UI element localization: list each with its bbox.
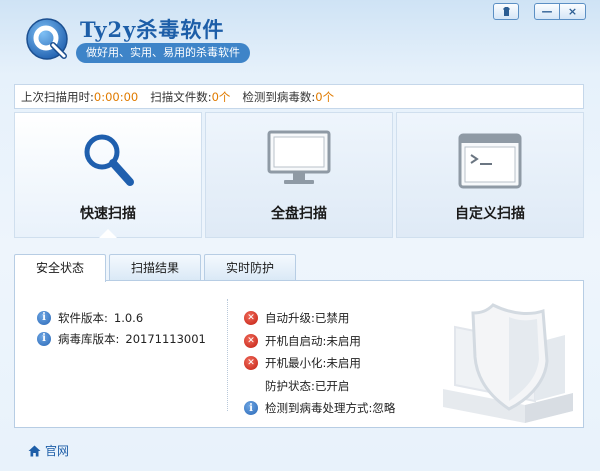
virus-handling-status: i 检测到病毒处理方式:忽略 — [244, 397, 395, 420]
app-logo-icon — [22, 14, 72, 64]
custom-scan-tile[interactable]: 自定义扫描 — [396, 112, 584, 238]
protection-status-text: 防护状态:已开启 — [265, 378, 350, 393]
tab-realtime-protection[interactable]: 实时防护 — [204, 254, 296, 281]
start-minimized-status: ✕ 开机最小化:未启用 — [244, 352, 395, 375]
full-scan-tile[interactable]: 全盘扫描 — [205, 112, 393, 238]
skin-button[interactable] — [493, 3, 519, 20]
error-icon: ✕ — [244, 333, 258, 348]
virus-db-version-value: 20171113001 — [125, 331, 206, 346]
quick-scan-label: 快速扫描 — [80, 206, 136, 222]
info-icon: i — [37, 331, 51, 346]
quick-scan-tile[interactable]: 快速扫描 — [14, 112, 202, 238]
version-info: i 软件版本: 1.0.6 i 病毒库版本: 20171113001 — [37, 307, 206, 349]
terminal-icon — [458, 133, 522, 189]
protection-status: 防护状态:已开启 — [244, 375, 395, 398]
software-version-value: 1.0.6 — [113, 310, 144, 325]
software-version-label: 软件版本: — [58, 310, 108, 325]
autostart-status: ✕ 开机自启动:未启用 — [244, 330, 395, 353]
scanned-files-label: 扫描文件数: — [150, 89, 212, 104]
info-icon: i — [244, 401, 258, 416]
virus-handling-text: 检测到病毒处理方式:忽略 — [265, 401, 396, 416]
viruses-found-value: 0个 — [315, 89, 335, 104]
virus-db-version-row: i 病毒库版本: 20171113001 — [37, 328, 206, 349]
last-scan-time-label: 上次扫描用时: — [21, 89, 94, 104]
monitor-icon — [267, 130, 331, 184]
tab-security-status[interactable]: 安全状态 — [14, 254, 106, 282]
security-status-panel: i 软件版本: 1.0.6 i 病毒库版本: 20171113001 ✕ 自动升… — [14, 280, 584, 428]
auto-update-status: ✕ 自动升级:已禁用 — [244, 307, 395, 330]
official-site-label: 官网 — [45, 444, 70, 458]
security-status-list: ✕ 自动升级:已禁用 ✕ 开机自启动:未启用 ✕ 开机最小化:未启用 防护状态:… — [244, 307, 395, 420]
error-icon: ✕ — [244, 356, 258, 371]
software-version-row: i 软件版本: 1.0.6 — [37, 307, 206, 328]
scan-mode-tiles: 快速扫描 全盘扫描 自定义扫描 — [14, 112, 584, 238]
virus-db-version-label: 病毒库版本: — [58, 331, 120, 346]
tab-bar: 安全状态 扫描结果 实时防护 — [14, 254, 296, 282]
full-scan-label: 全盘扫描 — [271, 206, 327, 222]
scanned-files-value: 0个 — [211, 89, 231, 104]
app-title: Ty2y杀毒软件 — [80, 17, 225, 42]
scan-status-bar: 上次扫描用时: 0:00:00 扫描文件数: 0个 检测到病毒数: 0个 — [14, 84, 584, 109]
close-button[interactable]: × — [560, 3, 586, 20]
custom-scan-label: 自定义扫描 — [455, 206, 525, 222]
active-tile-pointer — [99, 229, 117, 238]
auto-update-text: 自动升级:已禁用 — [265, 311, 350, 326]
info-icon: i — [37, 310, 51, 325]
viruses-found-label: 检测到病毒数: — [242, 89, 316, 104]
autostart-text: 开机自启动:未启用 — [265, 333, 361, 348]
tab-scan-results[interactable]: 扫描结果 — [109, 254, 201, 281]
official-site-link[interactable]: 官网 — [28, 442, 69, 459]
home-icon — [28, 445, 41, 456]
skin-icon — [502, 7, 510, 16]
app-window: Ty2y杀毒软件 做好用、实用、易用的杀毒软件 — × 上次扫描用时: 0:00… — [0, 0, 600, 471]
panel-divider — [227, 299, 228, 411]
shield-laptop-watermark-icon — [443, 303, 573, 423]
error-icon: ✕ — [244, 311, 258, 326]
start-minimized-text: 开机最小化:未启用 — [265, 356, 361, 371]
last-scan-time-value: 0:00:00 — [93, 89, 139, 104]
app-subtitle: 做好用、实用、易用的杀毒软件 — [76, 43, 250, 63]
magnifier-icon — [84, 134, 134, 186]
minimize-button[interactable]: — — [534, 3, 560, 20]
